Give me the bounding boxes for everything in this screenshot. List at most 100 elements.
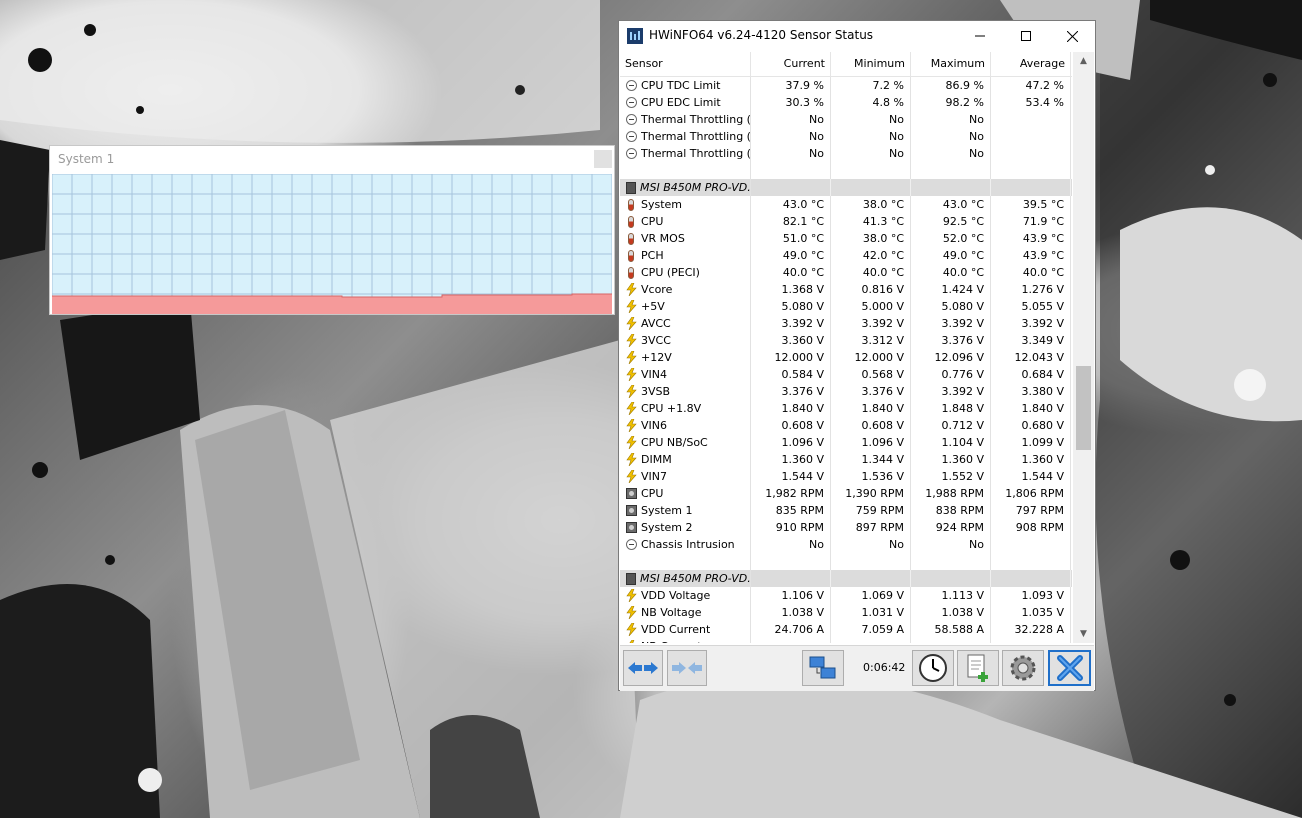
voltage-bolt-icon (626, 436, 637, 449)
collapse-columns-button[interactable] (667, 650, 707, 686)
fan-icon (626, 522, 637, 533)
table-row[interactable]: VIN6 0.608 V 0.608 V 0.712 V 0.680 V (620, 417, 1072, 434)
table-row[interactable]: AVCC 3.392 V 3.392 V 3.392 V 3.392 V (620, 315, 1072, 332)
table-row[interactable]: PCH 49.0 °C 42.0 °C 49.0 °C 43.9 °C (620, 247, 1072, 264)
sensor-label: MSI B450M PRO-VD... (640, 181, 750, 194)
minimum-value: No (831, 536, 911, 553)
table-row[interactable]: 3VSB 3.376 V 3.376 V 3.392 V 3.380 V (620, 383, 1072, 400)
table-row[interactable]: Thermal Throttling (... No No No (620, 145, 1072, 162)
current-value: 51.0 °C (751, 230, 831, 247)
minimum-value: 38.0 °C (831, 196, 911, 213)
table-row[interactable]: CPU EDC Limit 30.3 % 4.8 % 98.2 % 53.4 % (620, 94, 1072, 111)
table-row[interactable]: VIN4 0.584 V 0.568 V 0.776 V 0.684 V (620, 366, 1072, 383)
table-row[interactable]: DIMM 1.360 V 1.344 V 1.360 V 1.360 V (620, 451, 1072, 468)
minimum-value: 1.344 V (831, 451, 911, 468)
add-log-icon (967, 654, 988, 682)
status-icon (626, 97, 637, 108)
sensor-label: Thermal Throttling (... (641, 147, 750, 160)
average-value (991, 111, 1071, 128)
sensor-table[interactable]: Sensor Current Minimum Maximum Average C… (620, 52, 1072, 643)
table-row[interactable]: System 2 910 RPM 897 RPM 924 RPM 908 RPM (620, 519, 1072, 536)
table-row[interactable]: VDD Voltage 1.106 V 1.069 V 1.113 V 1.093 V (620, 587, 1072, 604)
voltage-bolt-icon (626, 453, 637, 466)
sensor-name-cell: System (620, 196, 751, 213)
table-row[interactable]: VIN7 1.544 V 1.536 V 1.552 V 1.544 V (620, 468, 1072, 485)
table-row[interactable]: CPU +1.8V 1.840 V 1.840 V 1.848 V 1.840 V (620, 400, 1072, 417)
average-value: 32.228 A (991, 621, 1071, 638)
table-row[interactable]: CPU (PECI) 40.0 °C 40.0 °C 40.0 °C 40.0 °C (620, 264, 1072, 281)
table-row[interactable]: System 43.0 °C 38.0 °C 43.0 °C 39.5 °C (620, 196, 1072, 213)
average-value (991, 128, 1071, 145)
table-row[interactable]: Thermal Throttling (... No No No (620, 111, 1072, 128)
sensor-group-row[interactable]: MSI B450M PRO-VD... (620, 179, 1072, 196)
minimum-value (831, 162, 911, 179)
sensor-group-row[interactable]: MSI B450M PRO-VD... (620, 570, 1072, 587)
widget-close-button[interactable] (594, 150, 612, 168)
voltage-bolt-icon (626, 351, 637, 364)
maximum-value: 838 RPM (911, 502, 991, 519)
current-value: 1.544 V (751, 468, 831, 485)
vertical-scrollbar[interactable]: ▲ ▼ (1073, 52, 1094, 643)
maximum-value: 98.2 % (911, 94, 991, 111)
hwinfo-sensor-window[interactable]: HWiNFO64 v6.24-4120 Sensor Status Sensor… (618, 20, 1096, 691)
maximum-value: 1.848 V (911, 400, 991, 417)
current-value: 3.376 V (751, 383, 831, 400)
table-row[interactable]: Chassis Intrusion No No No (620, 536, 1072, 553)
table-row[interactable]: NB Current (620, 638, 1072, 643)
scroll-down-arrow[interactable]: ▼ (1073, 625, 1094, 643)
table-row[interactable]: VR MOS 51.0 °C 38.0 °C 52.0 °C 43.9 °C (620, 230, 1072, 247)
table-row[interactable]: CPU NB/SoC 1.096 V 1.096 V 1.104 V 1.099 V (620, 434, 1072, 451)
table-row[interactable]: +5V 5.080 V 5.000 V 5.080 V 5.055 V (620, 298, 1072, 315)
column-header-average[interactable]: Average (991, 52, 1071, 76)
table-row[interactable]: System 1 835 RPM 759 RPM 838 RPM 797 RPM (620, 502, 1072, 519)
column-header-current[interactable]: Current (751, 52, 831, 76)
clock-button[interactable] (912, 650, 954, 686)
average-value: 40.0 °C (991, 264, 1071, 281)
close-button[interactable] (1049, 21, 1095, 51)
system-graph-widget[interactable]: System 1 (49, 145, 615, 315)
table-row[interactable] (620, 162, 1072, 179)
column-header-minimum[interactable]: Minimum (831, 52, 911, 76)
average-value: 1,806 RPM (991, 485, 1071, 502)
minimize-button[interactable] (957, 21, 1003, 51)
table-row[interactable]: 3VCC 3.360 V 3.312 V 3.376 V 3.349 V (620, 332, 1072, 349)
table-row[interactable]: CPU 82.1 °C 41.3 °C 92.5 °C 71.9 °C (620, 213, 1072, 230)
title-bar[interactable]: HWiNFO64 v6.24-4120 Sensor Status (619, 21, 1095, 51)
maximum-value (911, 553, 991, 570)
scroll-thumb[interactable] (1076, 366, 1091, 450)
table-row[interactable]: NB Voltage 1.038 V 1.031 V 1.038 V 1.035 V (620, 604, 1072, 621)
graph-canvas (52, 174, 612, 314)
network-button[interactable] (802, 650, 844, 686)
chip-icon (626, 181, 636, 194)
column-header-maximum[interactable]: Maximum (911, 52, 991, 76)
status-icon (626, 131, 637, 142)
table-row[interactable]: +12V 12.000 V 12.000 V 12.096 V 12.043 V (620, 349, 1072, 366)
scroll-up-arrow[interactable]: ▲ (1073, 52, 1094, 70)
sensor-name-cell: NB Current (620, 638, 751, 643)
maximize-button[interactable] (1003, 21, 1049, 51)
log-button[interactable] (957, 650, 999, 686)
network-icon (809, 656, 836, 679)
minimum-value: 5.000 V (831, 298, 911, 315)
average-value: 3.392 V (991, 315, 1071, 332)
table-row[interactable]: CPU TDC Limit 37.9 % 7.2 % 86.9 % 47.2 % (620, 77, 1072, 94)
table-row[interactable] (620, 553, 1072, 570)
settings-button[interactable] (1002, 650, 1044, 686)
column-header-sensor[interactable]: Sensor (620, 52, 751, 76)
sensor-name-cell: NB Voltage (620, 604, 751, 621)
close-sensors-button[interactable] (1048, 650, 1091, 686)
current-value: 12.000 V (751, 349, 831, 366)
table-row[interactable]: VDD Current 24.706 A 7.059 A 58.588 A 32.228… (620, 621, 1072, 638)
maximum-value (911, 179, 991, 196)
sensor-label: System 1 (641, 504, 693, 517)
table-row[interactable]: Vcore 1.368 V 0.816 V 1.424 V 1.276 V (620, 281, 1072, 298)
current-value: 0.608 V (751, 417, 831, 434)
table-row[interactable]: CPU 1,982 RPM 1,390 RPM 1,988 RPM 1,806 RPM (620, 485, 1072, 502)
expand-columns-button[interactable] (623, 650, 663, 686)
current-value: 5.080 V (751, 298, 831, 315)
table-row[interactable]: Thermal Throttling (... No No No (620, 128, 1072, 145)
average-value: 47.2 % (991, 77, 1071, 94)
average-value: 1.093 V (991, 587, 1071, 604)
sensor-label: Thermal Throttling (... (641, 113, 750, 126)
sensor-name-cell: CPU TDC Limit (620, 77, 751, 94)
